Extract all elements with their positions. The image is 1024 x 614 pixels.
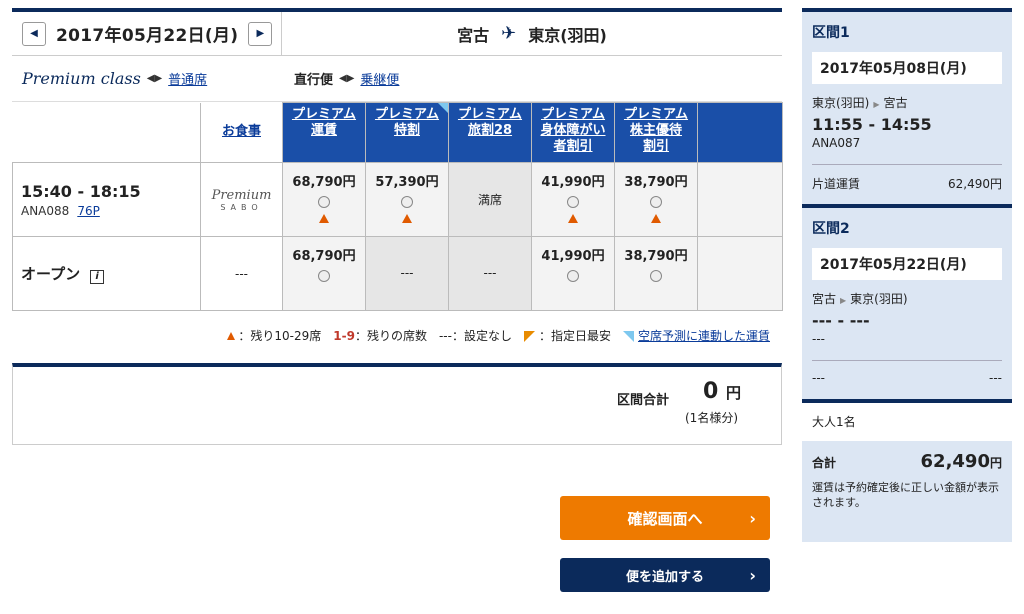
passenger-count: 大人1名 [802, 399, 1012, 441]
triangle-icon [227, 331, 236, 340]
fare-cell[interactable]: 38,790円 [614, 236, 698, 311]
chevron-right-icon: › [749, 565, 756, 585]
few-seats-triangle-icon [402, 214, 412, 223]
arrow-right-icon: ▶ [840, 296, 847, 305]
fare-header-premium-fare[interactable]: プレミアム 運賃 [282, 102, 366, 163]
premium-sabo-logo: Premium SABO [200, 162, 283, 237]
fare-radio[interactable] [401, 196, 413, 208]
segment-total-value: 0 円 [703, 379, 741, 404]
fare-header-premium-disability[interactable]: プレミアム 身体障がい 者割引 [531, 102, 615, 163]
swap-icon: ◀▶ [146, 73, 163, 84]
fare-radio[interactable] [567, 270, 579, 282]
destination: 東京(羽田) [528, 25, 607, 45]
fare-cell[interactable]: 57,390円 [365, 162, 449, 237]
flight-number: ANA088 [21, 203, 70, 218]
fare-cell[interactable]: 41,990円 [531, 162, 615, 237]
segment-total-box: 区間合計 0 円 (1名様分) [12, 363, 782, 445]
meal-header-link[interactable]: お食事 [222, 124, 261, 139]
table-row: オープン i --- 68,790円 --- --- 41,990円 38,790… [12, 236, 783, 311]
segment-2-date: 2017年05月22日(月) [812, 248, 1002, 280]
fare-header-premium-shareholder[interactable]: プレミアム 株主優待 割引 [614, 102, 698, 163]
grand-total: 合計 62,490円 運賃は予約確定後に正しい金額が表示されます。 [812, 451, 1002, 509]
transit-flight-link[interactable]: 乗継便 [360, 69, 399, 88]
chevron-left-icon: ◀ [30, 28, 38, 39]
confirm-button[interactable]: 確認画面へ › [560, 496, 770, 540]
chevron-right-icon: ▶ [256, 28, 265, 39]
legend: ：残り10-29席 1-9：残りの席数 ---：設定なし ：指定日最安 空席予測… [12, 311, 782, 359]
premium-class-logo: Premium class [22, 69, 141, 88]
itinerary-sidebar: 区間1 2017年05月08日(月) 東京(羽田) ▶ 宮古 11:55 - 14:… [802, 8, 1012, 542]
info-icon[interactable]: i [90, 270, 105, 284]
origin: 宮古 [457, 25, 490, 45]
flight-time: 15:40 - 18:15 [21, 181, 141, 201]
fare-radio[interactable] [650, 270, 662, 282]
swap-icon: ◀▶ [339, 73, 355, 84]
table-row: 15:40 - 18:15 ANA088 76P Premium SABO 68,… [12, 162, 783, 237]
fare-cell-none: --- [365, 236, 449, 311]
class-bar: Premium class ◀▶ 普通席 直行便 ◀▶ 乗継便 [12, 56, 782, 102]
chevron-right-icon: › [749, 508, 756, 528]
fare-cell[interactable]: 41,990円 [531, 236, 615, 311]
date-bar: ◀ 2017年05月22日(月) ▶ 宮古 ✈ 東京(羽田) [12, 8, 782, 56]
segment-total-label: 区間合計 [617, 393, 670, 408]
date-selector: ◀ 2017年05月22日(月) ▶ [12, 12, 282, 55]
cheapest-flag-icon [523, 330, 535, 342]
normal-seat-link[interactable]: 普通席 [168, 69, 207, 88]
prev-day-button[interactable]: ◀ [22, 21, 46, 46]
next-day-button[interactable]: ▶ [248, 21, 273, 46]
fare-radio[interactable] [318, 270, 330, 282]
segment-1: 区間1 2017年05月08日(月) 東京(羽田) ▶ 宮古 11:55 - 14:… [812, 25, 1002, 191]
linked-fare-corner-icon [438, 103, 448, 113]
flight-info: 15:40 - 18:15 ANA088 76P [12, 162, 201, 237]
per-person-note: (1名様分) [685, 411, 738, 425]
selected-date: 2017年05月22日(月) [56, 26, 239, 46]
fare-header-premium-tabiwari28[interactable]: プレミアム 旅割28 [448, 102, 532, 163]
fare-radio[interactable] [567, 196, 579, 208]
fare-cell[interactable]: 68,790円 [282, 236, 366, 311]
route-title: 宮古 ✈ 東京(羽田) [282, 12, 782, 55]
segment-1-date: 2017年05月08日(月) [812, 52, 1002, 84]
linked-fare-flag-icon [622, 330, 634, 342]
fare-cell[interactable]: 68,790円 [282, 162, 366, 237]
main-panel: ◀ 2017年05月22日(月) ▶ 宮古 ✈ 東京(羽田) Premium c… [12, 8, 783, 445]
fare-radio[interactable] [318, 196, 330, 208]
direct-flight-label: 直行便 [294, 73, 334, 88]
fare-cell[interactable]: 38,790円 [614, 162, 698, 237]
few-seats-triangle-icon [568, 214, 578, 223]
linked-fare-link[interactable]: 空席予測に連動した運賃 [638, 329, 770, 343]
open-ticket-label: オープン i [12, 236, 201, 311]
fare-cell-soldout: 満席 [448, 162, 532, 237]
few-seats-triangle-icon [651, 214, 661, 223]
fare-header-premium-tokuwari[interactable]: プレミアム 特割 [365, 102, 449, 163]
aircraft-link[interactable]: 76P [77, 204, 100, 218]
segment-2: 区間2 2017年05月22日(月) 宮古 ▶ 東京(羽田) --- - --- -… [812, 221, 1002, 385]
airplane-icon: ✈ [501, 23, 517, 44]
fare-radio[interactable] [650, 196, 662, 208]
fare-table: お食事 プレミアム 運賃 プレミアム 特割 プレミアム 旅割28 プレミアム 身体障がい… [12, 102, 783, 311]
few-seats-triangle-icon [319, 214, 329, 223]
add-flight-button[interactable]: 便を追加する › [560, 558, 770, 592]
arrow-right-icon: ▶ [873, 100, 880, 109]
fare-cell-none: --- [448, 236, 532, 311]
